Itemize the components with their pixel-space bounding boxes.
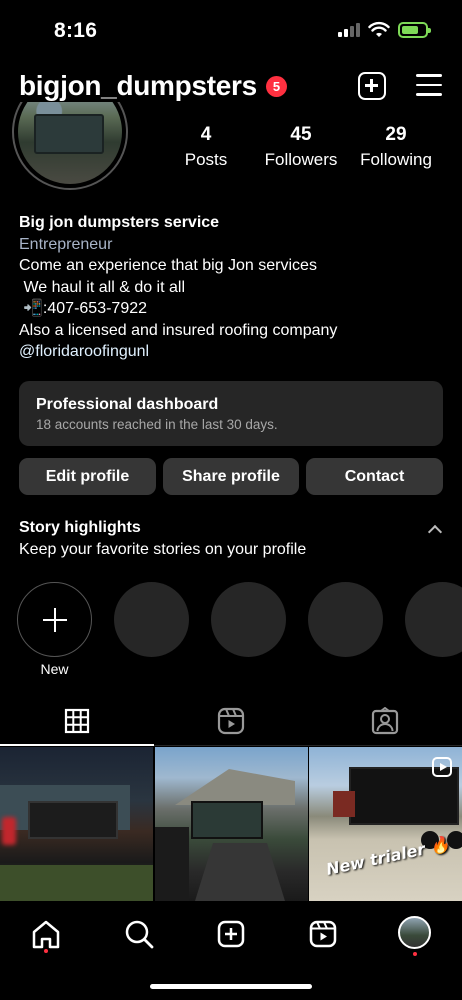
new-highlight-button[interactable] (17, 582, 92, 657)
post-thumbnail[interactable] (0, 747, 153, 901)
status-bar: 8:16 (0, 0, 462, 60)
followers-count[interactable]: 45 Followers (262, 124, 340, 170)
highlight-placeholder (114, 582, 189, 657)
dashboard-subtitle: 18 accounts reached in the last 30 days. (36, 417, 278, 432)
bio-line: Come an experience that big Jon services (19, 257, 317, 274)
professional-dashboard[interactable]: Professional dashboard 18 accounts reach… (19, 381, 443, 446)
followers-count-label: Followers (264, 150, 338, 169)
wifi-icon (368, 21, 390, 37)
highlights-subtitle: Keep your favorite stories on your profi… (19, 541, 307, 558)
profile-notification-dot (413, 952, 417, 956)
bio-mention-link[interactable]: @floridaroofingunl (19, 341, 337, 363)
following-count[interactable]: 29 Following (356, 124, 436, 170)
tab-reels[interactable] (154, 702, 308, 746)
posts-count-value: 4 (200, 124, 212, 145)
bio-category: Entrepreneur (19, 235, 113, 253)
tab-grid[interactable] (0, 702, 154, 746)
tagged-person-icon (371, 707, 399, 735)
share-profile-button[interactable]: Share profile (163, 458, 299, 495)
search-icon[interactable] (119, 914, 159, 954)
bio-name: Big jon dumpsters service (19, 214, 220, 231)
battery-icon (398, 22, 431, 38)
reels-icon (217, 707, 245, 735)
new-highlight-label: New (40, 661, 69, 677)
profile-avatar[interactable] (12, 102, 128, 190)
profile-nav-avatar[interactable] (398, 916, 431, 949)
home-icon[interactable] (26, 914, 66, 954)
contact-button[interactable]: Contact (306, 458, 443, 495)
chevron-up-icon[interactable] (427, 524, 443, 540)
active-tab-indicator (0, 744, 154, 746)
home-notification-dot (44, 949, 48, 953)
profile-bio: Big jon dumpsters service Entrepreneur C… (19, 212, 337, 363)
dashboard-title: Professional dashboard (36, 396, 219, 413)
status-time: 8:16 (54, 19, 98, 42)
grid-icon (64, 708, 90, 734)
post-caption: New trialer 🔥 (324, 834, 452, 879)
bio-line: We haul it all & do it all (19, 278, 186, 296)
edit-profile-button[interactable]: Edit profile (19, 458, 156, 495)
signal-icon (338, 23, 362, 37)
create-post-button[interactable] (358, 72, 386, 100)
create-icon[interactable] (211, 914, 251, 954)
post-thumbnail[interactable]: New trialer 🔥 (309, 747, 462, 901)
reel-badge-icon (432, 757, 452, 777)
followers-count-value: 45 (290, 124, 312, 145)
posts-count-label: Posts (184, 150, 228, 169)
profile-username[interactable]: bigjon_dumpsters (19, 70, 257, 102)
following-count-label: Following (360, 150, 432, 169)
menu-icon[interactable] (416, 74, 442, 96)
highlight-placeholder (211, 582, 286, 657)
highlight-placeholder (308, 582, 383, 657)
notification-badge[interactable]: 5 (266, 76, 287, 97)
post-thumbnail[interactable] (155, 747, 308, 901)
bio-phone[interactable]: 📲:407-653-7922 (19, 298, 337, 320)
following-count-value: 29 (385, 124, 407, 145)
highlights-title: Story highlights (19, 519, 141, 536)
posts-count[interactable]: 4 Posts (176, 124, 236, 170)
reels-nav-icon[interactable] (303, 914, 343, 954)
home-indicator (150, 984, 312, 989)
highlight-placeholder (405, 582, 462, 657)
tab-tagged[interactable] (308, 702, 462, 746)
bio-line: Also a licensed and insured roofing comp… (19, 321, 338, 339)
